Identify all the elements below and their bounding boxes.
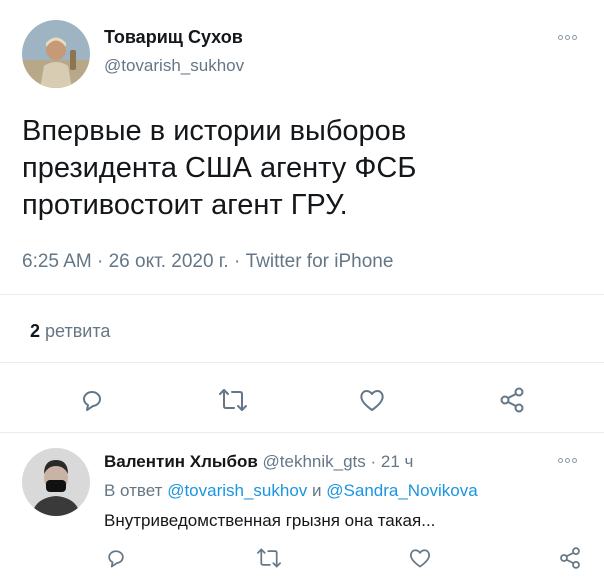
- reply-avatar[interactable]: [22, 448, 90, 516]
- retweet-icon[interactable]: [218, 386, 248, 414]
- share-icon[interactable]: [498, 386, 526, 414]
- tweet-text-line: президента США агенту ФСБ: [22, 152, 417, 184]
- reply-header: Валентин Хлыбов @tekhnik_gts · 21 ч: [104, 451, 413, 473]
- retweet-stats[interactable]: 2 ретвита: [30, 320, 110, 342]
- tweet-text: Впервые в истории выборов президента США…: [22, 113, 416, 224]
- retweet-icon[interactable]: [256, 546, 282, 570]
- like-icon[interactable]: [408, 546, 432, 570]
- share-icon[interactable]: [558, 546, 582, 570]
- author-name[interactable]: Товарищ Сухов: [104, 26, 243, 48]
- divider: [0, 432, 604, 433]
- retweet-count: 2: [30, 321, 41, 341]
- mention-link[interactable]: @tovarish_sukhov: [167, 481, 307, 500]
- reply-prefix: В ответ: [104, 481, 163, 500]
- reply-icon[interactable]: [78, 386, 106, 414]
- reply-conjunction: и: [312, 481, 322, 500]
- like-icon[interactable]: [358, 386, 386, 414]
- author-avatar[interactable]: [22, 20, 90, 88]
- reply-author-handle[interactable]: @tekhnik_gts: [263, 452, 366, 471]
- more-icon[interactable]: [558, 458, 577, 463]
- tweet-text-line: противостоит агент ГРУ.: [22, 189, 348, 221]
- reply-context: В ответ @tovarish_sukhov и @Sandra_Novik…: [104, 480, 478, 502]
- divider: [0, 294, 604, 295]
- mention-link[interactable]: @Sandra_Novikova: [326, 481, 477, 500]
- tweet-meta[interactable]: 6:25 AM · 26 окт. 2020 г. · Twitter for …: [22, 251, 393, 273]
- author-handle[interactable]: @tovarish_sukhov: [104, 55, 244, 77]
- tweet-text-line: Впервые в истории выборов: [22, 115, 407, 147]
- reply-time[interactable]: · 21 ч: [371, 452, 414, 471]
- more-icon[interactable]: [558, 35, 577, 40]
- reply-icon[interactable]: [104, 546, 128, 570]
- divider: [0, 362, 604, 363]
- reply-author-name[interactable]: Валентин Хлыбов: [104, 452, 258, 471]
- reply-text: Внутриведомственная грызня она такая...: [104, 511, 436, 530]
- retweet-label: ретвита: [45, 321, 111, 341]
